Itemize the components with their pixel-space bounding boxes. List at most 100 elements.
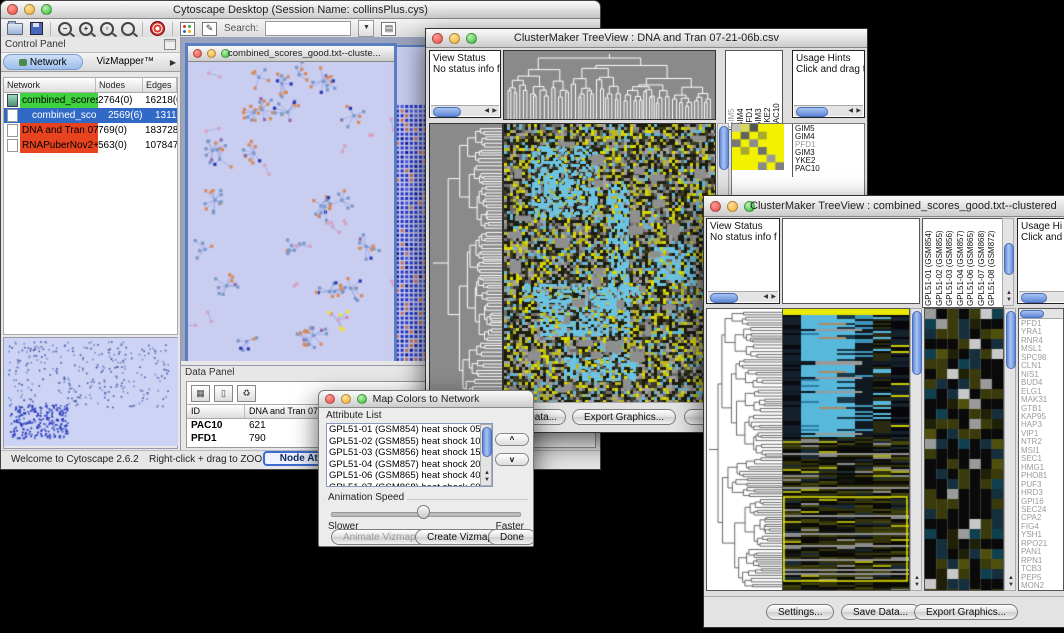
scrollbar-thumb[interactable] xyxy=(710,293,738,303)
birdseye-canvas[interactable] xyxy=(4,338,178,446)
main-window-titlebar[interactable]: Cytoscape Desktop (Session Name: collins… xyxy=(1,1,600,19)
control-panel-title: Control Panel xyxy=(5,39,66,50)
tv2-column-label[interactable]: GPL51-02 (GSM855) xyxy=(935,220,946,306)
attribute-list-item[interactable]: GPL51-02 (GSM855) heat shock 10 min xyxy=(329,436,492,448)
treeview1-titlebar[interactable]: ClusterMaker TreeView : DNA and Tran 07-… xyxy=(426,29,867,48)
network-list-row[interactable]: RNAPuberNov2+ 563(0) 107847(0) xyxy=(4,138,177,153)
tv2-gene-label[interactable]: MON2 xyxy=(1021,582,1063,590)
attribute-list-item[interactable]: GPL51-03 (GSM856) heat shock 15 min xyxy=(329,447,492,459)
network-frame-titlebar[interactable]: combined_scores_good.txt--cluste... xyxy=(188,46,394,62)
tv2-column-label[interactable]: GPL51-08 (GSM872) xyxy=(987,220,998,306)
attribute-list-item[interactable]: GPL51-06 (GSM865) heat shock 40 min xyxy=(329,470,492,482)
tv2-genes-hscrollbar[interactable] xyxy=(1019,309,1063,319)
treeview1-title: ClusterMaker TreeView : DNA and Tran 07-… xyxy=(426,32,867,44)
tv1-column-label[interactable]: PFD1 xyxy=(745,52,754,128)
tv2-collabels-vscrollbar[interactable]: ▲▼ xyxy=(1002,218,1014,306)
open-file-icon[interactable] xyxy=(7,23,23,35)
new-attribute-icon[interactable]: ▯ xyxy=(214,385,233,402)
scrollbar-thumb[interactable] xyxy=(1004,243,1014,275)
tv1-column-label[interactable]: GIM4 xyxy=(736,52,745,128)
zoom-selected-icon[interactable]: ▫ xyxy=(100,22,114,36)
tv2-zoom-heatmap-canvas[interactable] xyxy=(924,308,1004,591)
move-up-button[interactable]: ^ xyxy=(495,433,529,446)
treeview2-titlebar[interactable]: ClusterMaker TreeView : combined_scores_… xyxy=(704,196,1064,217)
minimize-icon[interactable] xyxy=(207,49,216,58)
attribute-list-vscrollbar[interactable]: ▲▼ xyxy=(480,424,492,486)
network-list-row[interactable]: DNA and Tran 07 769(0) 183728(0) xyxy=(4,123,177,138)
tv2-hints-hscrollbar[interactable] xyxy=(1019,291,1064,302)
tv2-heatmap-vscrollbar[interactable]: ▲▼ xyxy=(910,308,922,591)
tab-network[interactable]: Network xyxy=(3,54,83,70)
tv1-row-dendrogram-canvas[interactable] xyxy=(429,123,503,403)
search-input[interactable] xyxy=(265,21,351,36)
tv2-column-label[interactable]: GPL51-07 (GSM868) xyxy=(977,220,988,306)
tv2-column-label[interactable]: GPL51-06 (GSM865) xyxy=(966,220,977,306)
tv1-zoom-heatmap-canvas[interactable] xyxy=(732,124,784,170)
attribute-list-item[interactable]: GPL51-01 (GSM854) heat shock 05 min xyxy=(329,424,492,436)
zoom-out-icon[interactable]: − xyxy=(58,22,72,36)
minimize-icon[interactable] xyxy=(727,201,738,212)
search-label: Search: xyxy=(224,23,258,34)
attribute-list-item[interactable]: GPL51-07 (GSM868) heat shock 60 min xyxy=(329,482,492,488)
tv2-heatmap-canvas[interactable] xyxy=(782,308,910,591)
tv2-column-label[interactable]: GPL51-03 (GSM856) xyxy=(945,220,956,306)
tv1-column-label[interactable]: GIM3 xyxy=(754,52,763,128)
attribute-list-item[interactable]: GPL51-04 (GSM857) heat shock 20 min xyxy=(329,459,492,471)
delete-attribute-icon[interactable]: ♻ xyxy=(237,385,256,402)
search-dropdown-button[interactable]: ▼ xyxy=(358,20,374,37)
toolbar-separator xyxy=(172,22,173,36)
export-graphics-button[interactable]: Export Graphics... xyxy=(914,604,1018,620)
scrollbar-thumb[interactable] xyxy=(1006,311,1016,369)
tv1-row-label[interactable]: PAC10 xyxy=(795,165,867,173)
network-list-row[interactable]: combined_scores 2764(0) 16218(0) xyxy=(4,93,177,108)
toolbar-separator xyxy=(50,22,51,36)
dialog-titlebar[interactable]: Map Colors to Network xyxy=(319,391,533,408)
export-graphics-button[interactable]: Export Graphics... xyxy=(572,409,676,425)
tv2-column-label[interactable]: GPL51-04 (GSM857) xyxy=(956,220,967,306)
zoom-in-icon[interactable]: + xyxy=(79,22,93,36)
network-view-canvas[interactable] xyxy=(188,62,394,361)
tv2-row-dendrogram-canvas[interactable] xyxy=(706,308,784,591)
network-list-row[interactable]: combined_sco 2569(6) 13112(15) xyxy=(4,108,177,123)
tv2-zoom-vscrollbar[interactable]: ▲▼ xyxy=(1004,308,1016,591)
tv1-heatmap-canvas[interactable] xyxy=(503,123,716,403)
tv2-column-tree-panel[interactable] xyxy=(782,218,920,304)
tv1-column-label[interactable]: GIM5 xyxy=(727,52,736,128)
tabs-overflow-arrow[interactable]: ▶ xyxy=(166,58,180,67)
scrollbar-thumb[interactable] xyxy=(433,107,461,117)
network-doc-icon xyxy=(7,124,18,137)
birdseye-view[interactable] xyxy=(3,337,178,449)
tv1-hints-hscrollbar[interactable]: ◀▶ xyxy=(794,105,863,116)
done-button[interactable]: Done xyxy=(488,529,534,545)
scrollbar-thumb[interactable] xyxy=(719,126,729,170)
annotation-icon[interactable]: ✎ xyxy=(202,22,217,36)
help-lifesaver-icon[interactable] xyxy=(150,21,165,36)
save-data-button[interactable]: Save Data... xyxy=(841,604,920,620)
scrollbar-thumb[interactable] xyxy=(1020,310,1044,318)
animate-vizmap-button[interactable]: Animate Vizmap xyxy=(331,529,428,545)
tv1-status-hscrollbar[interactable]: ◀▶ xyxy=(431,105,499,116)
close-icon[interactable] xyxy=(710,201,721,212)
tv2-status-hscrollbar[interactable]: ◀▶ xyxy=(708,291,778,302)
tab-vizmapper[interactable]: VizMapper™ xyxy=(87,54,165,70)
settings-button[interactable]: Settings... xyxy=(766,604,834,620)
scrollbar-thumb[interactable] xyxy=(482,427,492,457)
scrollbar-thumb[interactable] xyxy=(796,107,828,117)
tv1-column-dendrogram-canvas[interactable] xyxy=(503,50,716,120)
tv1-column-label[interactable]: PAC10 xyxy=(772,52,781,128)
save-icon[interactable] xyxy=(30,22,43,35)
tv2-gene-labels: PFD1YRA1RNR4MSL1SPC98CLN1NIS1BUD4ELG1MAK… xyxy=(1019,319,1063,591)
scrollbar-thumb[interactable] xyxy=(912,311,922,375)
network-list-header[interactable]: Network Nodes Edges xyxy=(4,78,177,93)
scrollbar-thumb[interactable] xyxy=(1021,293,1047,303)
status-zoom-hint: Right-click + drag to ZOOM xyxy=(149,454,270,465)
vizmapper-icon[interactable] xyxy=(180,22,195,36)
tv1-column-label[interactable]: YKE2 xyxy=(763,52,772,128)
zoom-fit-icon[interactable] xyxy=(121,22,135,36)
table-edit-icon[interactable]: ▤ xyxy=(381,22,396,36)
close-icon[interactable] xyxy=(193,49,202,58)
move-down-button[interactable]: v xyxy=(495,453,529,466)
attribute-table-icon[interactable]: ▦ xyxy=(191,385,210,402)
float-panel-icon[interactable] xyxy=(164,39,176,50)
tv2-column-label[interactable]: GPL51-01 (GSM854) xyxy=(924,220,935,306)
